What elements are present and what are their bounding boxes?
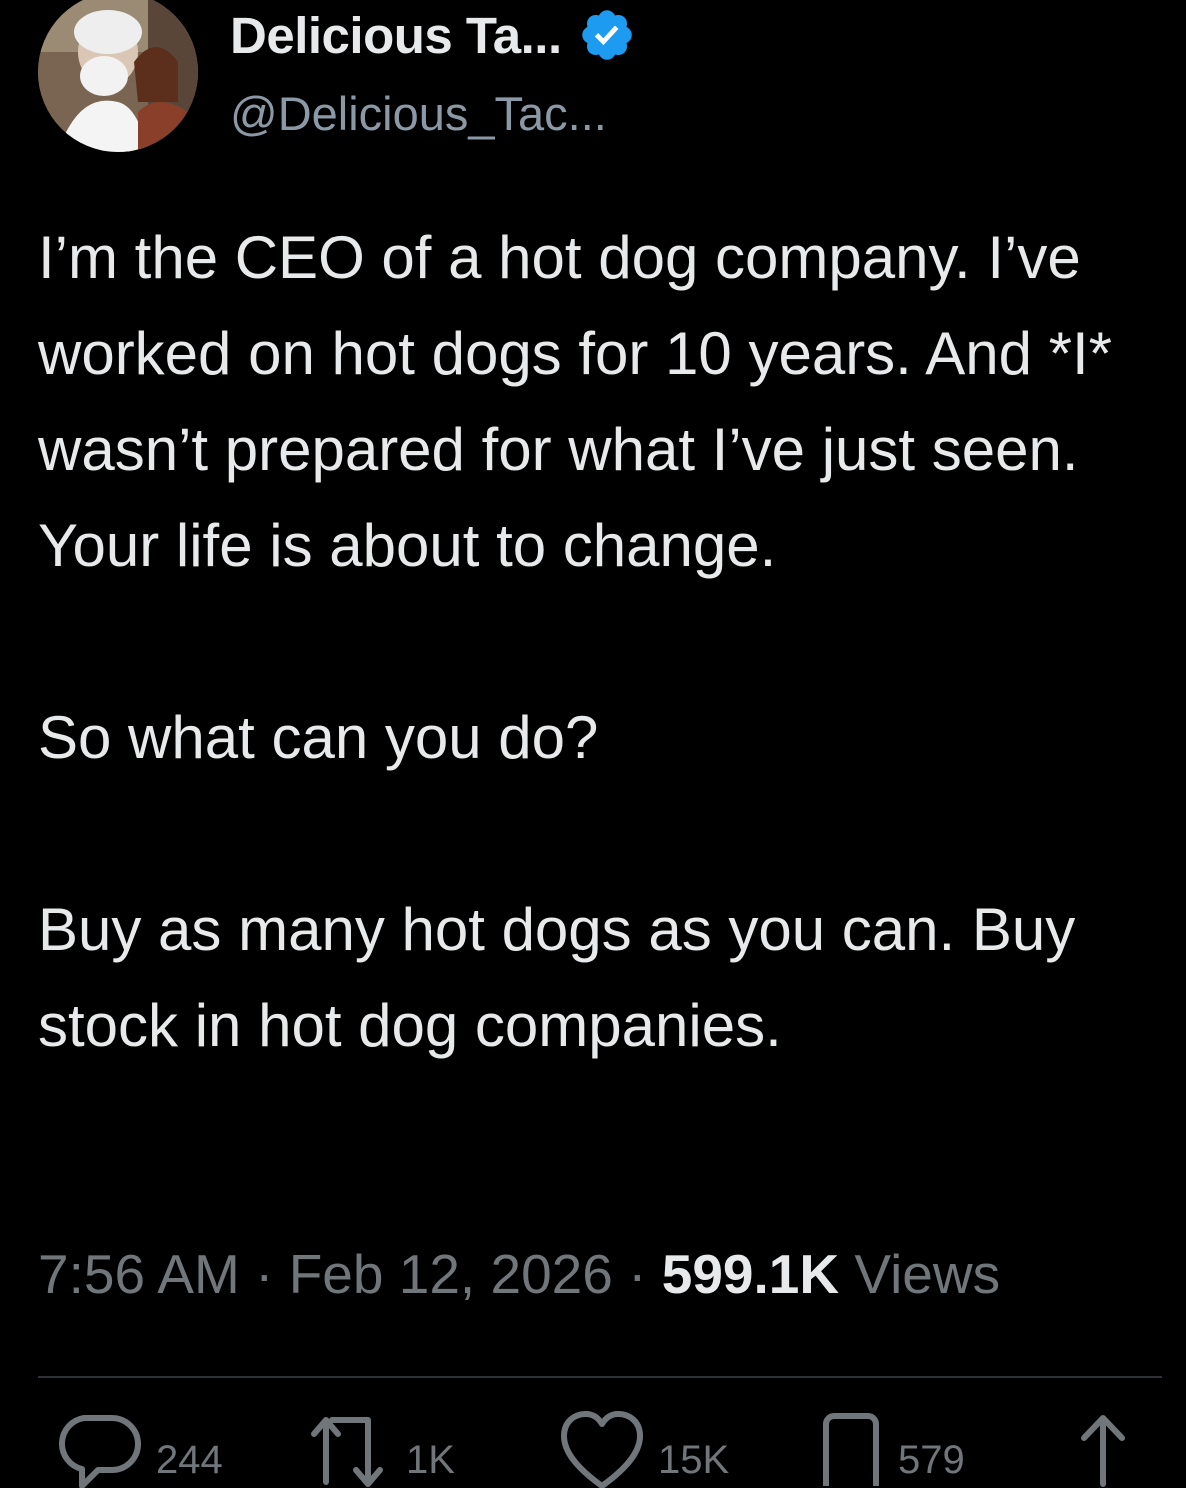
avatar-image <box>38 0 198 152</box>
share-button[interactable] <box>1076 1408 1130 1488</box>
meta-separator: · <box>628 1243 647 1305</box>
meta-separator: · <box>255 1243 274 1305</box>
reply-button[interactable]: 244 <box>58 1408 223 1488</box>
views-label: Views <box>854 1243 1001 1305</box>
tweet-text: I’m the CEO of a hot dog company. I’ve w… <box>38 210 1148 1074</box>
reply-count: 244 <box>156 1438 223 1482</box>
handle[interactable]: @Delicious_Tac... <box>230 86 607 141</box>
divider <box>38 1376 1162 1378</box>
display-name[interactable]: Delicious Ta... <box>230 6 562 65</box>
reply-icon <box>58 1415 141 1488</box>
avatar[interactable] <box>38 0 198 152</box>
tweet-date[interactable]: Feb 12, 2026 <box>289 1243 613 1305</box>
bookmark-button[interactable]: 579 <box>818 1408 965 1488</box>
tweet-paragraph: Buy as many hot dogs as you can. Buy sto… <box>38 896 1076 1059</box>
action-bar: 244 1K 15K 579 <box>0 1408 1186 1488</box>
views-count[interactable]: 599.1K <box>662 1243 839 1305</box>
tweet-paragraph: I’m the CEO of a hot dog company. I’ve w… <box>38 224 1112 579</box>
display-name-row[interactable]: Delicious Ta... <box>230 2 636 68</box>
tweet-time[interactable]: 7:56 AM <box>38 1243 240 1305</box>
repost-icon <box>311 1417 383 1487</box>
tweet-header: Delicious Ta... @Delicious_Tac... <box>38 0 1138 160</box>
bookmark-icon <box>823 1413 879 1486</box>
tweet-meta: 7:56 AM · Feb 12, 2026 · 599.1K Views <box>38 1234 1000 1314</box>
like-count: 15K <box>658 1438 730 1482</box>
tweet-paragraph: So what can you do? <box>38 704 599 771</box>
bookmark-count: 579 <box>898 1438 965 1482</box>
share-icon <box>1081 1415 1125 1487</box>
heart-icon <box>561 1411 643 1488</box>
like-button[interactable]: 15K <box>560 1408 729 1488</box>
repost-button[interactable]: 1K <box>306 1408 455 1488</box>
repost-count: 1K <box>406 1438 455 1482</box>
verified-badge-icon <box>578 6 636 64</box>
